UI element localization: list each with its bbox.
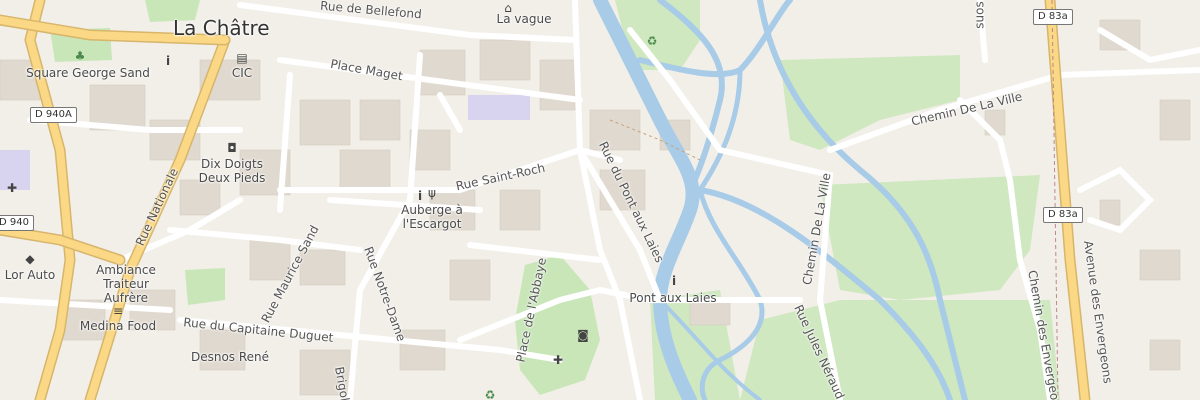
fast-food-icon[interactable]: ≡ [113,305,123,317]
poi-label-pont-aux-laies[interactable]: Pont aux Laies [629,291,716,305]
school-grounds [468,95,530,120]
poi-label-ambiance-traiteur[interactable]: Ambiance Traiteur Aufrère [86,263,166,305]
poi-label-cic[interactable]: CIC [232,66,252,80]
car-icon[interactable]: ◆ [25,253,34,265]
recycling-icon[interactable]: ♻ [485,389,496,400]
camera-icon[interactable]: ◙ [577,329,589,341]
poi-label-auberge[interactable]: Auberge à l'Escargot [399,203,465,231]
bank-icon[interactable]: ▤ [236,52,247,64]
poi-label-medina-food[interactable]: Medina Food [80,319,156,333]
poi-label-la-vague[interactable]: La vague [497,12,552,26]
map-canvas [0,0,1200,400]
road-shield-d940a: D 940A [30,107,77,123]
town-label: La Châtre [173,16,270,40]
info-icon[interactable]: i [418,190,422,202]
road-shield-d940: D 940 [0,215,34,231]
church-icon[interactable]: ✚ [7,182,17,194]
shopping-bag-icon[interactable]: ◘ [227,142,237,154]
church-icon[interactable]: ✚ [553,354,563,366]
info-icon[interactable]: i [166,55,170,67]
map-view[interactable]: D 940A D 940 D 83a D 83a La Châtre Rue d… [0,0,1200,400]
street-label-top-right-fragment: suos [972,1,987,29]
recycling-icon[interactable]: ♻ [647,35,658,47]
poi-label-square-george-sand[interactable]: Square George Sand [26,66,150,80]
road-shield-d83a-top: D 83a [1033,9,1073,25]
info-icon[interactable]: i [672,275,676,287]
tree-icon[interactable]: ♣ [75,50,86,62]
poi-label-dix-doigts[interactable]: Dix Doigts Deux Pieds [195,157,269,185]
poi-label-desnos-rene[interactable]: Desnos René [191,350,269,364]
road-shield-d83a-mid: D 83a [1043,207,1083,223]
restaurant-icon[interactable]: ψ [428,187,436,199]
poi-label-lor-auto[interactable]: Lor Auto [5,268,55,282]
